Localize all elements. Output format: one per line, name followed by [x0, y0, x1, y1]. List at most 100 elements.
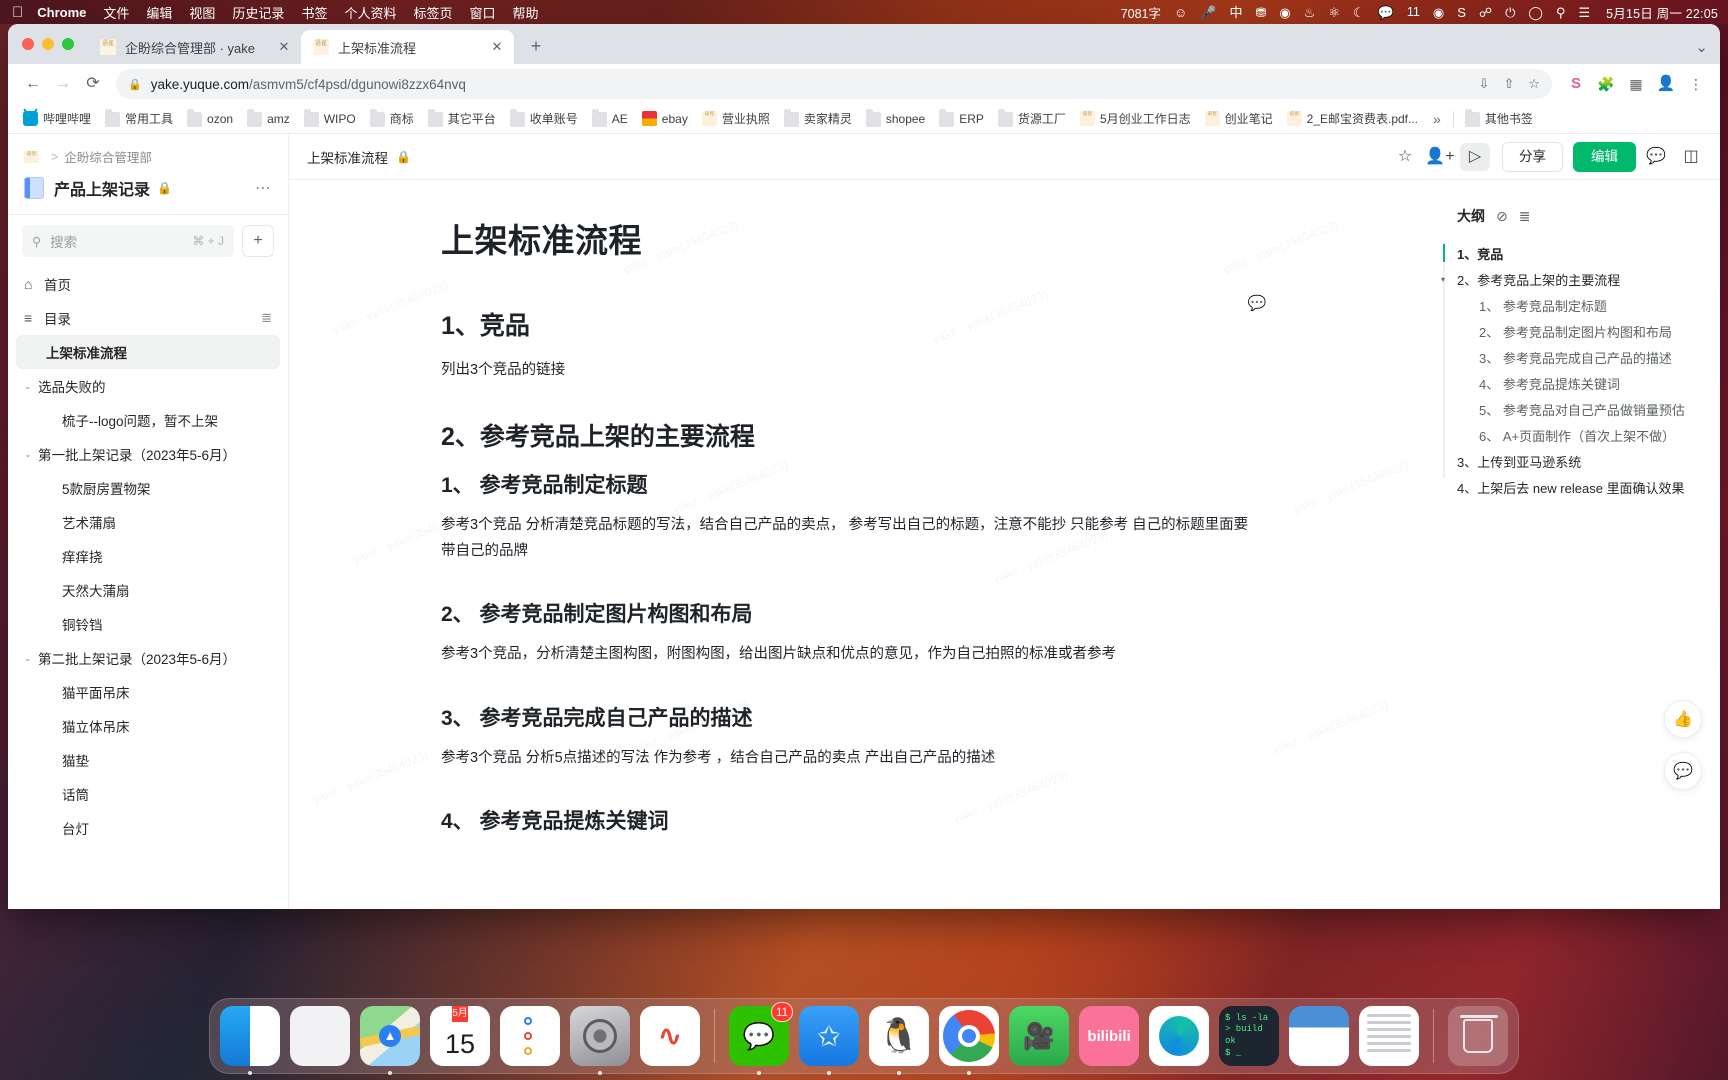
- dock-window-preview-2[interactable]: [1359, 1006, 1419, 1066]
- bookmark-bilibili[interactable]: 哔哩哔哩: [16, 107, 98, 130]
- bookmark-folder-ozon[interactable]: ozon: [180, 107, 240, 130]
- sidepanel-icon[interactable]: ▦: [1622, 70, 1650, 98]
- add-member-icon[interactable]: 👤+: [1425, 143, 1455, 171]
- search-input[interactable]: ⚲ 搜索 ⌘ + J: [22, 225, 234, 257]
- bookmark-folder-shopee[interactable]: shopee: [859, 107, 932, 130]
- bookmark-folder-other-platforms[interactable]: 其它平台: [421, 107, 503, 130]
- outline-item-2-5[interactable]: 5、 参考竞品对自己产品做销量预估: [1449, 396, 1706, 422]
- minimize-window-button[interactable]: [42, 38, 54, 50]
- tree-item-cat-3d-hammock[interactable]: 猫立体吊床: [16, 709, 280, 743]
- menu-item-edit[interactable]: 编辑: [146, 3, 172, 22]
- reload-button[interactable]: ⟳: [78, 69, 108, 99]
- hide-icon[interactable]: ⊘: [1496, 208, 1508, 225]
- tree-item-standard-process[interactable]: 上架标准流程: [16, 335, 280, 369]
- outline-item-2-3[interactable]: 3、 参考竞品完成自己产品的描述: [1449, 344, 1706, 370]
- share-icon[interactable]: ⇧: [1503, 76, 1514, 92]
- list-settings-icon[interactable]: ≣: [261, 310, 272, 326]
- sidebar-item-catalog[interactable]: ≡ 目录 ≣: [16, 301, 280, 335]
- outline-item-3[interactable]: 3、上传到亚马逊系统: [1449, 448, 1706, 474]
- comment-bubble-icon[interactable]: 💬: [1245, 292, 1269, 316]
- bookmark-folder-ae[interactable]: AE: [585, 107, 635, 130]
- chevron-down-icon[interactable]: ⌄: [24, 449, 38, 460]
- window-traffic-lights[interactable]: [22, 38, 74, 50]
- outline-item-2-1[interactable]: 1、 参考竞品制定标题: [1449, 292, 1706, 318]
- droplet-icon[interactable]: ♨: [1304, 6, 1316, 19]
- menu-item-profile[interactable]: 个人资料: [344, 3, 396, 22]
- present-mode-icon[interactable]: ▷: [1460, 142, 1490, 171]
- chevron-down-icon[interactable]: ▾: [1441, 275, 1445, 284]
- outline-item-1[interactable]: 1、竞品: [1443, 240, 1706, 266]
- control-center-icon[interactable]: ☰: [1578, 6, 1590, 19]
- tree-item-cat-flat-hammock[interactable]: 猫平面吊床: [16, 675, 280, 709]
- close-tab-icon[interactable]: ✕: [488, 38, 506, 56]
- book-title[interactable]: 产品上架记录: [54, 176, 150, 200]
- extension-s-icon[interactable]: S: [1562, 70, 1590, 98]
- breadcrumb-workspace[interactable]: 企盼综合管理部: [64, 147, 152, 166]
- tab-search-chevron-icon[interactable]: ⌄: [1695, 38, 1708, 56]
- chevron-down-icon[interactable]: ⌄: [24, 653, 38, 664]
- tree-item-microphone[interactable]: 话筒: [16, 777, 280, 811]
- dock-app-music-app[interactable]: ∿: [640, 1006, 700, 1066]
- tree-item-comb[interactable]: 梳子--logo问题，暂不上架: [16, 403, 280, 437]
- dock-app-bilibili[interactable]: bilibili: [1079, 1006, 1139, 1066]
- panel-toggle-icon[interactable]: ◫: [1676, 143, 1706, 171]
- tree-item-natural-fan[interactable]: 天然大蒲扇: [16, 573, 280, 607]
- share-button[interactable]: 分享: [1502, 141, 1563, 172]
- close-tab-icon[interactable]: ✕: [275, 38, 293, 56]
- tree-item-art-fan[interactable]: 艺术蒲扇: [16, 505, 280, 539]
- back-button[interactable]: ←: [18, 69, 48, 99]
- dock-app-maps[interactable]: ▲: [359, 1006, 421, 1075]
- bookmark-epost-fee-pdf[interactable]: 语雀 2_E邮宝资费表.pdf...: [1280, 107, 1425, 130]
- apple-menu-icon[interactable]: : [12, 5, 23, 20]
- menu-item-chrome[interactable]: Chrome: [37, 5, 86, 20]
- outline-item-2-6[interactable]: 6、 A+页面制作（首次上架不做）: [1449, 422, 1706, 448]
- dock-window-preview-1[interactable]: [1289, 1006, 1349, 1066]
- wifi-icon[interactable]: ◯: [1528, 6, 1543, 19]
- bluetooth-icon[interactable]: ☍: [1479, 6, 1492, 19]
- chevron-down-icon[interactable]: ⌄: [24, 381, 38, 392]
- bookmark-folder-wipo[interactable]: WIPO: [297, 107, 363, 130]
- dock-trash[interactable]: [1448, 1006, 1508, 1066]
- outline-item-2[interactable]: ▾ 2、参考竞品上架的主要流程: [1441, 266, 1706, 292]
- bookmark-ebay[interactable]: ebay: [635, 108, 695, 129]
- bookmark-business-license[interactable]: 语雀 营业执照: [695, 107, 777, 130]
- bookmark-folder-common-tools[interactable]: 常用工具: [98, 107, 180, 130]
- dock-app-edge[interactable]: [1149, 1006, 1209, 1066]
- dock-app-facetime[interactable]: 🎥: [1009, 1006, 1069, 1066]
- tree-group-failed-selection[interactable]: ⌄ 选品失败的: [16, 369, 280, 403]
- add-document-button[interactable]: +: [242, 225, 274, 257]
- outline-item-2-4[interactable]: 4、 参考竞品提炼关键词: [1449, 370, 1706, 396]
- bookmark-folder-payment-accounts[interactable]: 收单账号: [503, 107, 585, 130]
- tree-group-batch-2[interactable]: ⌄ 第二批上架记录（2023年5-6月）: [16, 641, 280, 675]
- bookmarks-overflow-button[interactable]: »: [1425, 111, 1449, 127]
- edit-button[interactable]: 编辑: [1573, 141, 1636, 172]
- dock-app-reminders[interactable]: [500, 1006, 560, 1066]
- tree-item-cat-mat[interactable]: 猫垫: [16, 743, 280, 777]
- menu-item-history[interactable]: 历史记录: [232, 3, 284, 22]
- comment-icon[interactable]: 💬: [1664, 752, 1702, 790]
- bookmark-folder-supplier-factory[interactable]: 货源工厂: [991, 107, 1073, 130]
- search-icon[interactable]: ⚲: [1556, 6, 1566, 19]
- close-window-button[interactable]: [22, 38, 34, 50]
- robot-icon[interactable]: ⛃: [1255, 6, 1266, 19]
- dock-app-qq[interactable]: 🐧: [869, 1006, 929, 1075]
- forward-button[interactable]: →: [48, 69, 78, 99]
- smiley-icon[interactable]: ☺: [1174, 6, 1187, 19]
- bookmark-folder-erp[interactable]: ERP: [932, 107, 991, 130]
- sidebar-item-home[interactable]: ⌂ 首页: [16, 267, 280, 301]
- bookmark-other-bookmarks[interactable]: 其他书签: [1458, 107, 1540, 130]
- star-icon[interactable]: ☆: [1390, 143, 1420, 171]
- maximize-window-button[interactable]: [62, 38, 74, 50]
- dock-app-dingtalk[interactable]: ✩: [799, 1006, 859, 1075]
- more-dots-icon[interactable]: ⋯: [255, 178, 272, 198]
- tree-item-kitchen-rack[interactable]: 5款厨房置物架: [16, 471, 280, 505]
- new-tab-button[interactable]: +: [522, 33, 550, 61]
- browser-tab-2[interactable]: 语雀 上架标准流程 ✕: [301, 30, 514, 64]
- bookmark-folder-trademark[interactable]: 商标: [363, 107, 421, 130]
- profile-avatar-icon[interactable]: 👤: [1652, 70, 1680, 98]
- s-app-icon[interactable]: S: [1457, 6, 1466, 19]
- tree-item-copper-bell[interactable]: 铜铃铛: [16, 607, 280, 641]
- word-count-status[interactable]: 7081字: [1121, 3, 1161, 22]
- dock-app-finder[interactable]: [220, 1006, 280, 1075]
- menu-item-file[interactable]: 文件: [103, 3, 129, 22]
